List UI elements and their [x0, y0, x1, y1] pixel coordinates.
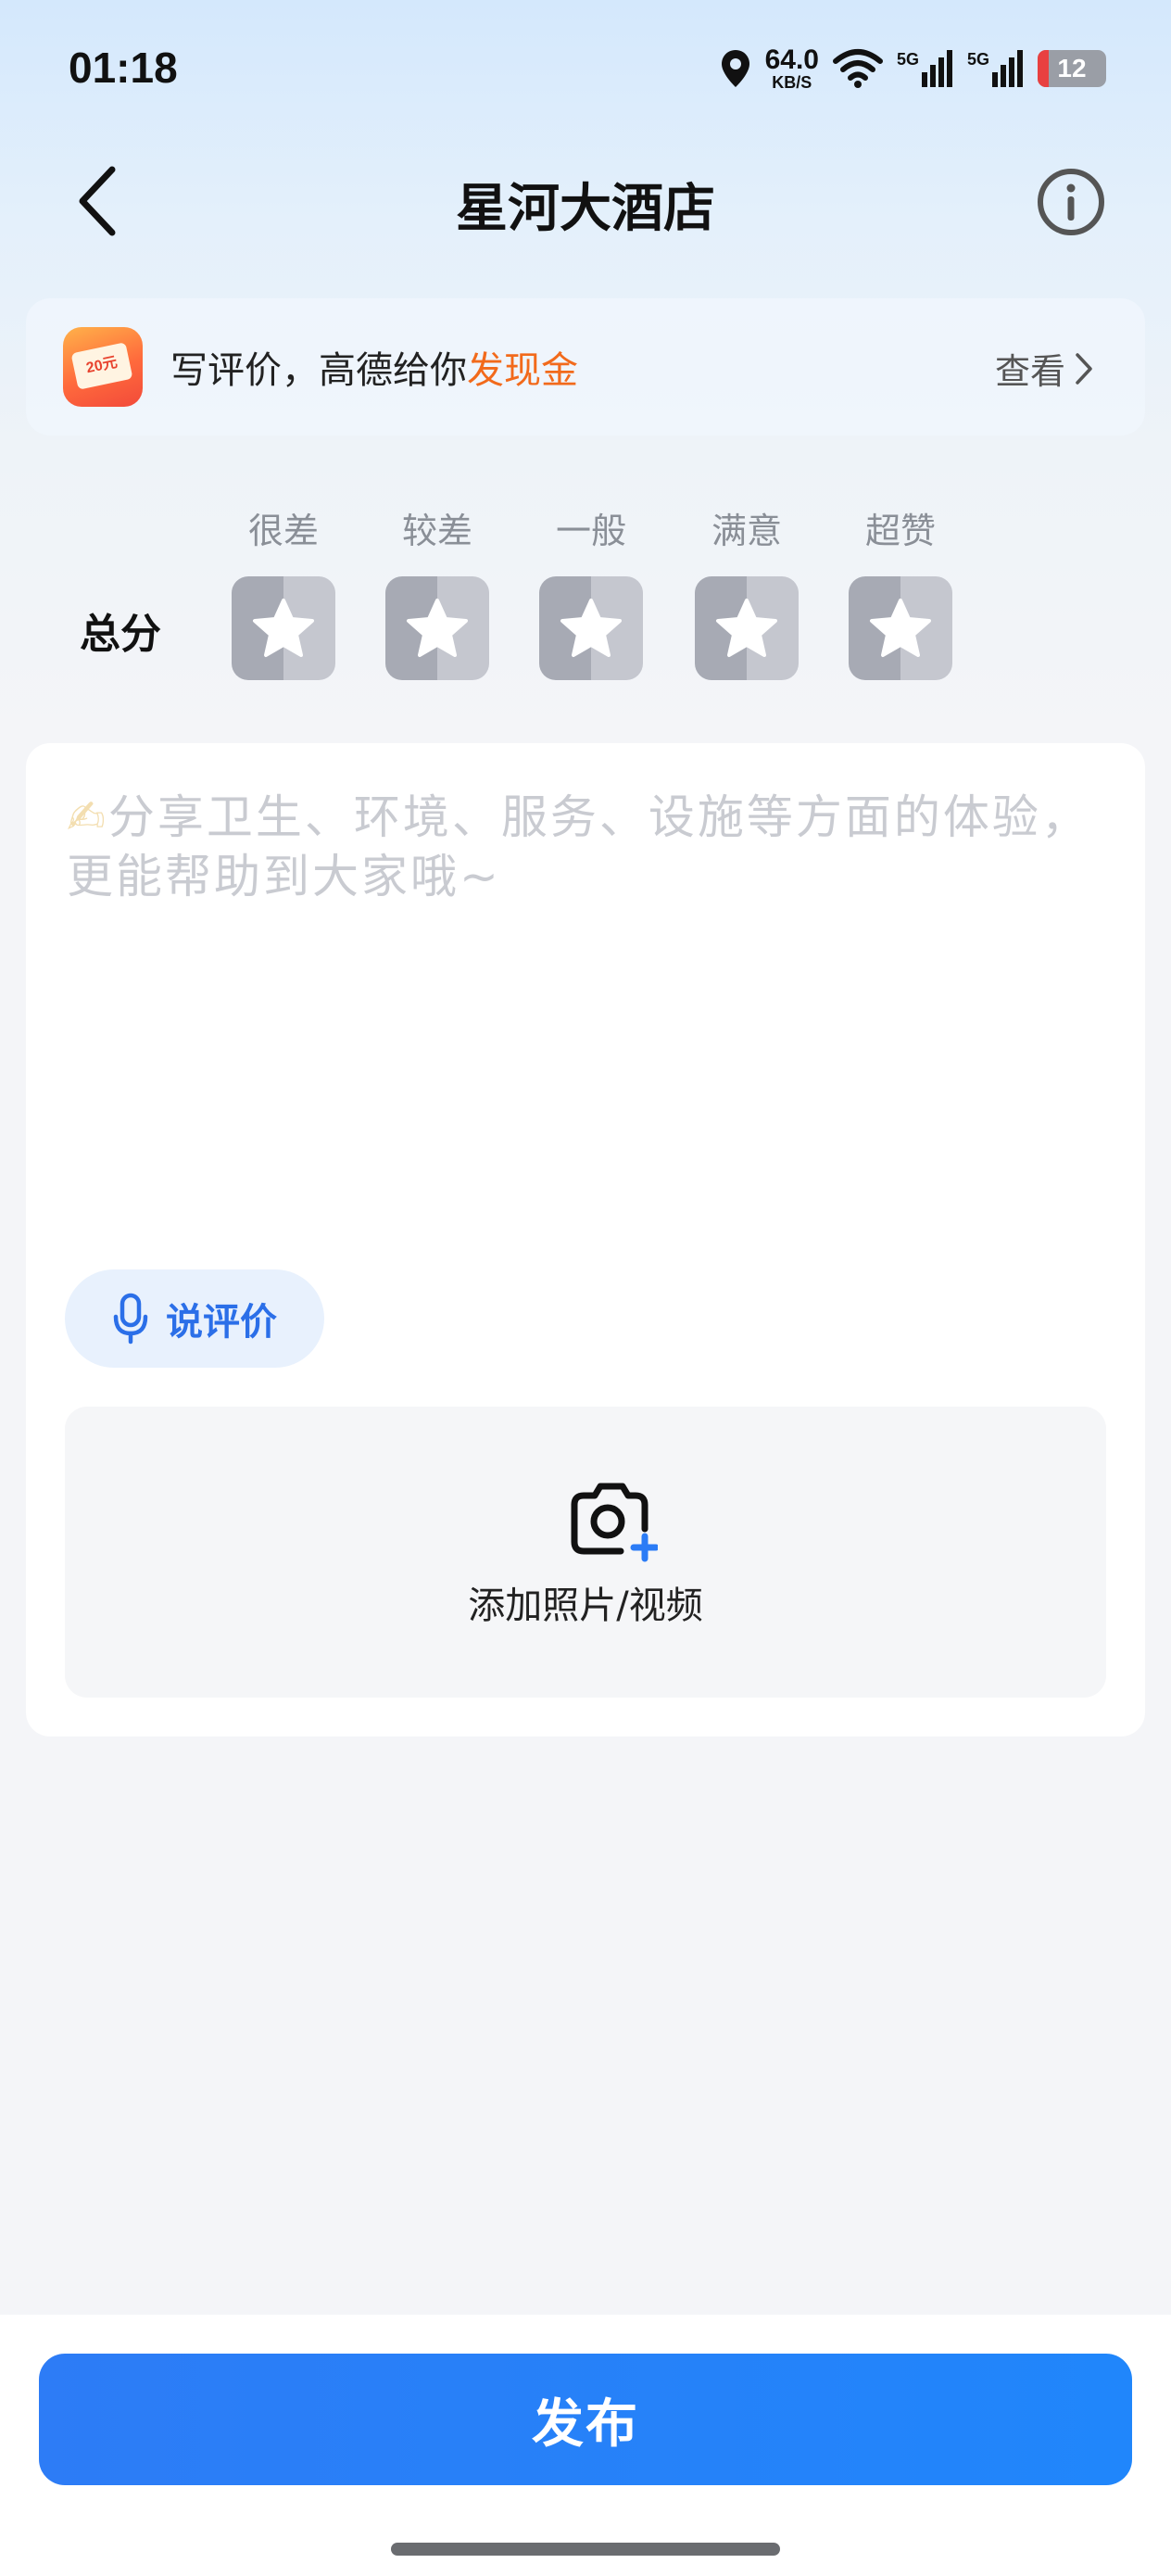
promo-view-link[interactable]: 查看	[995, 343, 1093, 394]
rating-star-5[interactable]	[849, 576, 952, 680]
rating-label-5: 超赞	[864, 511, 936, 551]
rating-label-1: 很差	[247, 511, 319, 551]
page-title: 星河大酒店	[456, 179, 715, 239]
promo-text: 写评价，高德给你发现金	[170, 340, 578, 394]
battery-icon: 12	[1038, 50, 1106, 87]
add-media-button[interactable]: 添加照片/视频	[65, 1407, 1106, 1698]
status-bar: 01:18 64.0 KB/S 5G 5G 12	[0, 0, 1171, 139]
signal-bars-icon	[921, 50, 952, 87]
signal-1: 5G	[897, 48, 954, 89]
rating-label-3: 一般	[555, 511, 626, 551]
chevron-right-icon	[1076, 352, 1092, 385]
writing-hand-icon: ✍	[67, 790, 108, 844]
signal-2: 5G	[967, 48, 1025, 89]
review-text-input[interactable]: ✍分享卫生、环境、服务、设施等方面的体验，更能帮助到大家哦~	[67, 788, 1104, 906]
wifi-icon	[832, 49, 883, 88]
status-time: 01:18	[69, 44, 178, 92]
rating-level-labels: 很差 较差 一般 满意 超赞	[0, 502, 1171, 551]
promo-text-prefix: 写评价，高德给你	[170, 349, 467, 392]
promo-view-label: 查看	[994, 351, 1065, 392]
status-icons: 64.0 KB/S 5G 5G 12	[719, 41, 1106, 96]
battery-level: 12	[1057, 54, 1087, 82]
star-icon	[870, 599, 931, 657]
voice-review-label: 说评价	[166, 1301, 277, 1344]
add-camera-icon	[571, 1483, 658, 1562]
signal-1-label: 5G	[896, 50, 919, 69]
signal-2-label: 5G	[966, 50, 989, 69]
review-card: ✍分享卫生、环境、服务、设施等方面的体验，更能帮助到大家哦~ 说评价 添加照片/…	[26, 743, 1145, 1736]
overall-score-label: 总分	[80, 611, 161, 658]
publish-button[interactable]: 发布	[39, 2354, 1132, 2485]
net-speed-unit: KB/S	[772, 73, 812, 92]
star-icon	[407, 599, 468, 657]
rating-star-1[interactable]	[232, 576, 335, 680]
net-speed: 64.0 KB/S	[764, 44, 819, 92]
add-media-label: 添加照片/视频	[468, 1585, 703, 1627]
star-icon	[560, 599, 622, 657]
promo-ticket: 20元	[70, 342, 133, 390]
location-icon	[721, 50, 749, 87]
rating-star-2[interactable]	[385, 576, 489, 680]
red-packet-icon: 20元	[63, 327, 143, 407]
rating-star-3[interactable]	[539, 576, 643, 680]
rating-label-4: 满意	[711, 511, 782, 551]
promo-text-highlight: 发现金	[467, 349, 578, 392]
review-placeholder: 分享卫生、环境、服务、设施等方面的体验，更能帮助到大家哦~	[67, 790, 1090, 903]
star-icon	[716, 599, 777, 657]
rating-star-4[interactable]	[695, 576, 799, 680]
info-button[interactable]	[1036, 167, 1106, 237]
rating-label-2: 较差	[401, 511, 472, 551]
info-icon	[1038, 169, 1104, 235]
cashback-promo-banner[interactable]: 20元 写评价，高德给你发现金 查看	[26, 298, 1145, 436]
microphone-icon	[113, 1293, 148, 1345]
signal-bars-icon	[992, 50, 1023, 87]
home-indicator[interactable]	[391, 2543, 780, 2556]
star-icon	[253, 599, 314, 657]
voice-review-button[interactable]: 说评价	[65, 1269, 324, 1368]
net-speed-value: 64.0	[764, 44, 819, 75]
